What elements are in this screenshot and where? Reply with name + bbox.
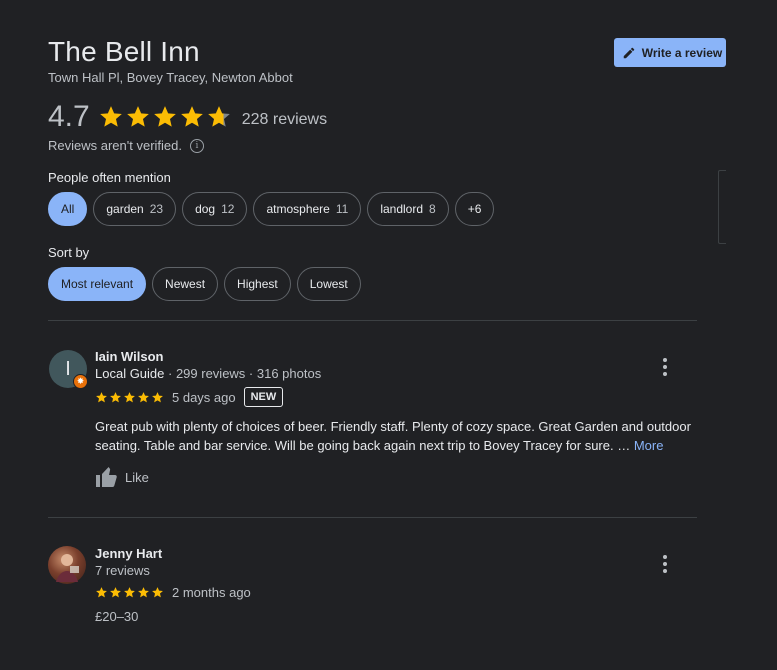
star-icon [152,587,163,598]
chip-count: 8 [429,202,436,216]
sort-label-text: Newest [165,277,206,291]
star-icon [110,587,121,598]
reviewer-name[interactable]: Iain Wilson [95,349,164,364]
chip-label: +6 [467,202,482,216]
sort-lowest[interactable]: Lowest [296,267,361,301]
reviewer-meta: Local Guide · 299 reviews · 316 photos [95,366,321,381]
star-icon [96,391,107,402]
chip-label: garden [106,202,144,216]
more-options-icon[interactable] [663,358,667,376]
star-icon [152,391,163,402]
chip-label: All [61,202,75,216]
star-icon [99,106,122,127]
avatar-initial: I [65,357,71,380]
more-options-icon[interactable] [663,555,667,573]
chip-label: atmosphere [266,202,330,216]
review-rating-row: 2 months ago [95,585,251,600]
review-stars [95,391,164,404]
rating-summary: 4.7 228 reviews [48,100,327,134]
divider [48,320,697,321]
mentions-label: People often mention [48,170,171,185]
place-title: The Bell Inn [48,36,200,67]
verify-note: Reviews aren't verified. i [48,138,204,153]
sort-label-text: Highest [237,277,278,291]
chip-label: dog [195,202,216,216]
thumbs-up-icon [96,467,117,487]
chip-landlord[interactable]: landlord 8 [367,192,449,226]
star-icon [124,587,135,598]
rating-stars [98,104,232,130]
star-icon [124,391,135,402]
star-icon [126,106,149,127]
like-label: Like [125,469,149,485]
chip-label: landlord [380,202,424,216]
star-icon [110,391,121,402]
reviewer-stats: · 299 reviews · 316 photos [164,366,322,381]
star-icon [207,106,230,127]
sort-label-text: Lowest [309,277,348,291]
review-date: 2 months ago [172,585,251,600]
chip-more[interactable]: +6 [454,192,495,226]
like-button[interactable]: Like [95,466,149,488]
pencil-icon [623,47,635,58]
review-date: 5 days ago [172,389,236,405]
chip-dog[interactable]: dog 12 [182,192,248,226]
price-range: £20–30 [95,609,139,624]
chip-atmosphere[interactable]: atmosphere 11 [253,192,362,226]
star-icon [138,391,149,402]
mentions-chips: All garden 23 dog 12 atmosphere 11 landlord… [48,192,495,226]
review-text: Great pub with plenty of choices of beer… [95,417,705,455]
new-badge: NEW [243,387,284,407]
place-address: Town Hall Pl, Bovey Tracey, Newton Abbot [48,70,293,85]
chip-count: 23 [149,202,164,216]
sort-most-relevant[interactable]: Most relevant [48,267,147,301]
chip-count: 11 [335,202,349,216]
local-guide-label: Local Guide [95,366,165,381]
star-icon [153,106,176,127]
reviews-count[interactable]: 228 reviews [242,111,327,129]
review-stars [95,586,164,599]
chip-garden[interactable]: garden 23 [93,192,177,226]
divider [48,517,697,518]
local-guide-badge-icon: ✸ [73,374,88,389]
sort-label: Sort by [48,245,90,260]
star-icon [138,587,149,598]
star-icon [180,106,203,127]
star-icon [96,587,107,598]
verify-text: Reviews aren't verified. [48,138,182,153]
chip-all[interactable]: All [48,192,88,226]
reviewer-name[interactable]: Jenny Hart [95,546,162,561]
sort-newest[interactable]: Newest [152,267,219,301]
more-link[interactable]: More [634,438,664,453]
rating-value: 4.7 [48,100,90,133]
sort-highest[interactable]: Highest [224,267,291,301]
info-icon[interactable]: i [189,138,204,153]
profile-photo-icon [56,554,79,582]
avatar[interactable] [48,546,86,584]
chip-count: 12 [221,202,235,216]
sort-label-text: Most relevant [61,277,134,291]
write-review-button[interactable]: Write a review [614,38,726,67]
review-rating-row: 5 days ago NEW [95,387,284,407]
sort-options: Most relevant Newest Highest Lowest [48,267,361,301]
reviewer-stats: 7 reviews [95,563,150,578]
write-review-label: Write a review [641,45,723,60]
review-text-content: Great pub with plenty of choices of beer… [95,419,691,453]
scrollbar[interactable] [718,170,726,244]
